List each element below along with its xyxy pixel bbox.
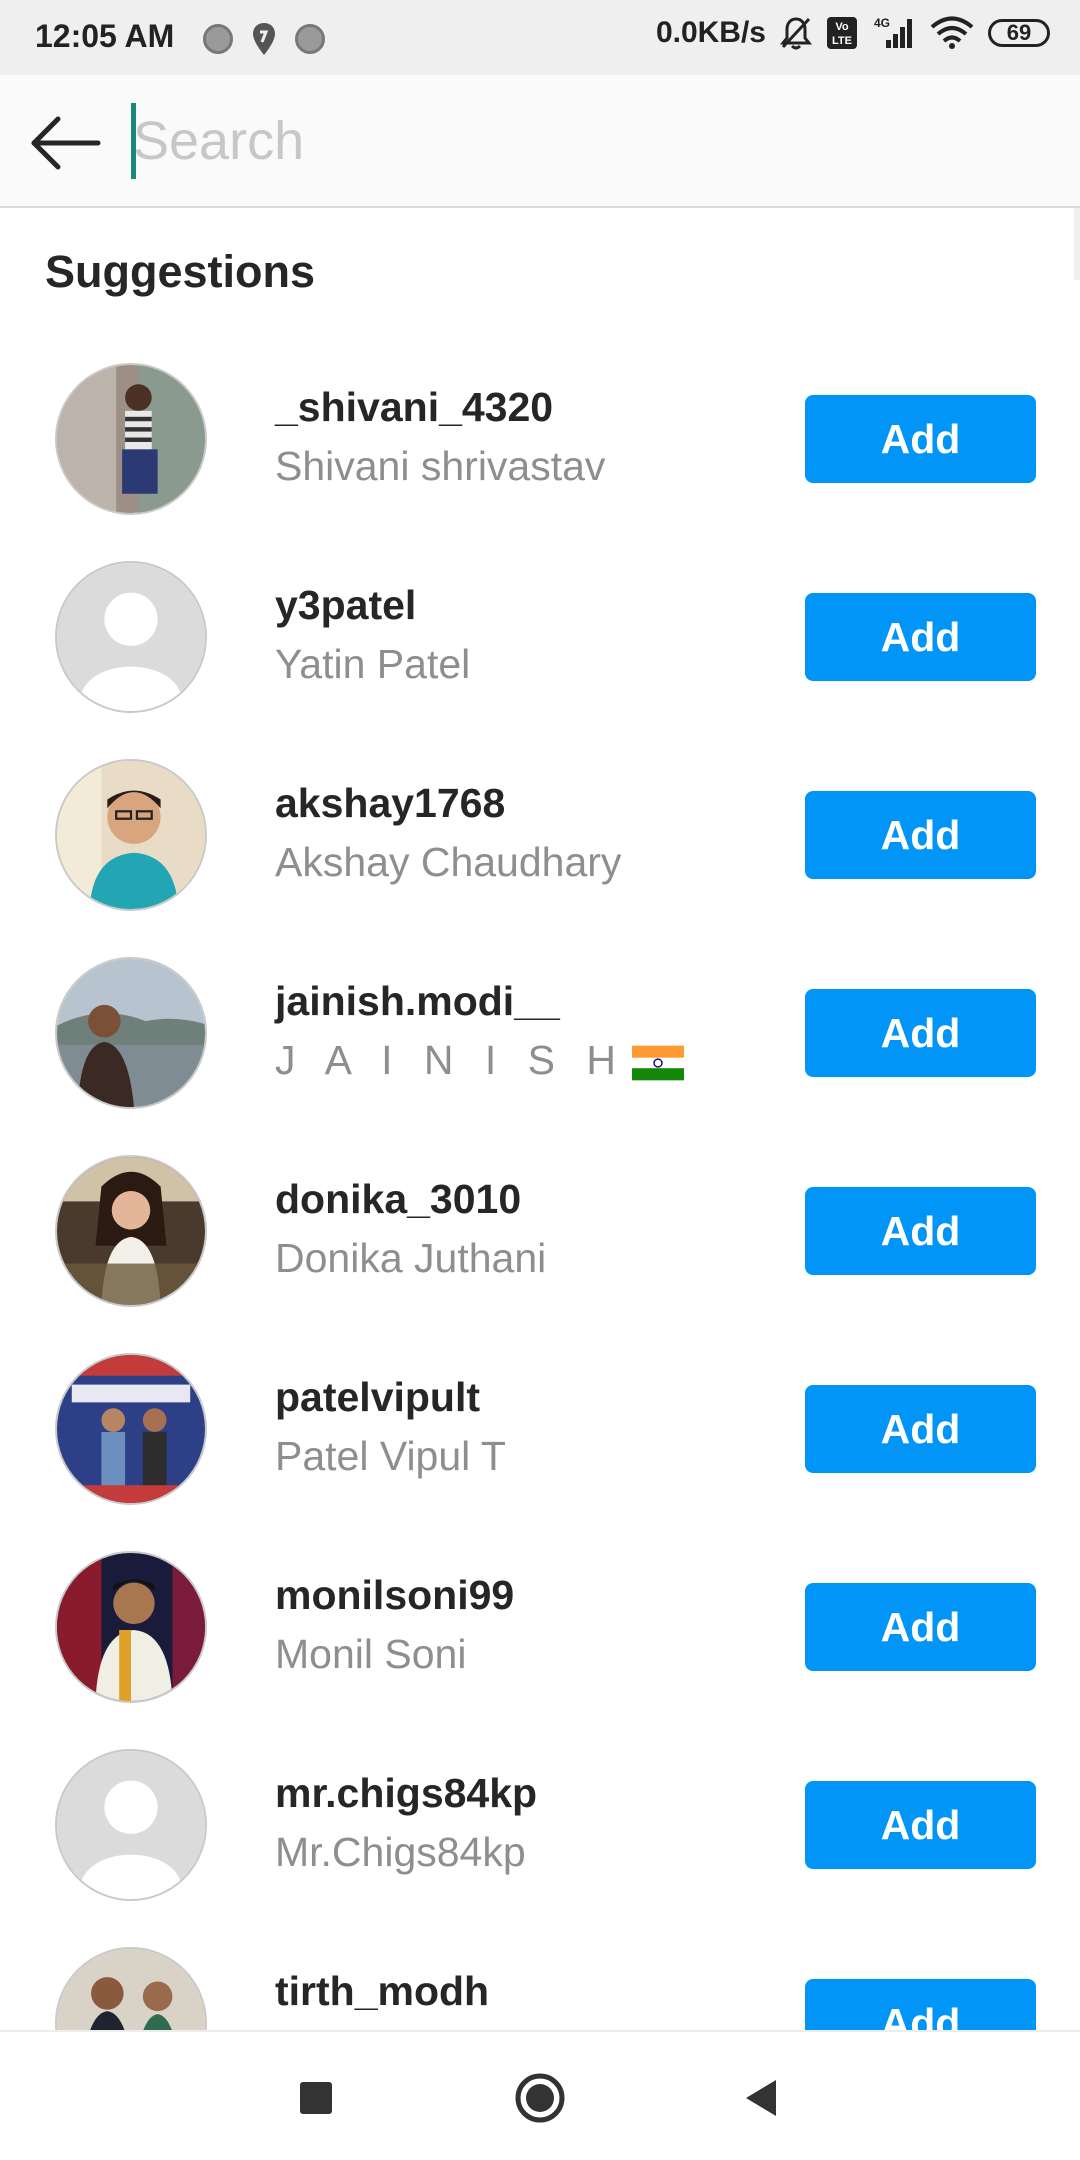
circle-icon [515,2073,565,2123]
svg-text:LTE: LTE [832,35,852,47]
signal-4g-icon: 4G [874,16,912,48]
suggestion-row[interactable]: tirth_modh Add [0,1934,1080,2030]
profile-photo-icon [57,1949,205,2030]
full-name: J A I N I S H [275,1037,685,1084]
notification-icons [203,22,325,56]
add-button[interactable]: Add [805,395,1036,483]
username[interactable]: tirth_modh [275,1968,489,2015]
username[interactable]: y3patel [275,582,416,629]
username[interactable]: mr.chigs84kp [275,1770,537,1817]
back-nav-button[interactable] [732,2068,792,2128]
location-notification-icon [253,23,275,55]
india-flag-icon [632,1045,685,1081]
full-name: Mr.Chigs84kp [275,1829,526,1875]
profile-photo-icon [57,761,205,909]
full-name: Monil Soni [275,1631,467,1677]
system-nav-bar [0,2030,1080,2160]
suggestions-heading: Suggestions [45,246,316,297]
suggestion-row[interactable]: monilsoni99 Monil Soni Add [0,1538,1080,1736]
profile-photo-icon [57,365,205,513]
app-notification-icon-2 [295,24,325,54]
search-header [0,75,1080,208]
default-avatar-icon [57,563,205,711]
bell-muted-icon [780,17,812,50]
profile-photo-icon [57,1157,205,1305]
profile-photo-icon [57,1355,205,1503]
search-input[interactable] [133,105,1013,177]
avatar[interactable] [55,1749,207,1901]
avatar[interactable] [55,1353,207,1505]
svg-text:Vo: Vo [835,21,849,33]
suggestions-list[interactable]: _shivani_4320 Shivani shrivastav Add y3p… [0,350,1080,2030]
full-name: Shivani shrivastav [275,443,606,489]
network-speed: 0.0KB/s [655,16,766,49]
username[interactable]: _shivani_4320 [275,384,553,431]
default-avatar-icon [57,1751,205,1899]
username[interactable]: akshay1768 [275,780,505,827]
status-bar: 12:05 AM 0.0KB/s Vo LTE 4G 69 [0,0,1080,75]
username[interactable]: jainish.modi__ [275,978,560,1025]
add-button[interactable]: Add [805,593,1036,681]
profile-photo-icon [57,959,205,1107]
avatar[interactable] [55,561,207,713]
full-name: Donika Juthani [275,1235,547,1281]
suggestion-row[interactable]: akshay1768 Akshay Chaudhary Add [0,746,1080,944]
username[interactable]: donika_3010 [275,1176,521,1223]
app-notification-icon [203,24,233,54]
suggestion-row[interactable]: _shivani_4320 Shivani shrivastav Add [0,350,1080,548]
avatar[interactable] [55,1551,207,1703]
suggestion-row[interactable]: patelvipult Patel Vipul T Add [0,1340,1080,1538]
status-time: 12:05 AM [35,18,175,54]
username[interactable]: patelvipult [275,1374,480,1421]
add-button[interactable]: Add [805,989,1036,1077]
add-button[interactable]: Add [805,1979,1036,2030]
add-button[interactable]: Add [805,1385,1036,1473]
text-cursor [131,103,136,179]
avatar[interactable] [55,1155,207,1307]
add-button[interactable]: Add [805,1187,1036,1275]
avatar[interactable] [55,957,207,1109]
scrollbar[interactable] [1074,208,1080,280]
battery-icon: 69 [988,19,1050,47]
triangle-back-icon [746,2080,776,2116]
suggestion-row[interactable]: jainish.modi__ J A I N I S H Add [0,944,1080,1142]
avatar[interactable] [55,759,207,911]
suggestion-row[interactable]: mr.chigs84kp Mr.Chigs84kp Add [0,1736,1080,1934]
full-name-text: J A I N I S H [275,1037,627,1083]
add-button[interactable]: Add [805,1583,1036,1671]
arrow-left-icon [31,116,101,170]
suggestion-row[interactable]: donika_3010 Donika Juthani Add [0,1142,1080,1340]
back-button[interactable] [28,113,104,173]
avatar[interactable] [55,363,207,515]
status-right: 0.0KB/s Vo LTE 4G 69 [656,16,1050,50]
svg-text:4G: 4G [874,16,890,30]
add-button[interactable]: Add [805,1781,1036,1869]
suggestion-row[interactable]: y3patel Yatin Patel Add [0,548,1080,746]
full-name: Akshay Chaudhary [275,839,622,885]
username[interactable]: monilsoni99 [275,1572,514,1619]
wifi-icon [930,16,974,49]
volte-icon: Vo LTE [827,17,857,49]
full-name: Yatin Patel [275,641,471,687]
avatar[interactable] [55,1947,207,2030]
battery-level: 69 [1006,20,1032,45]
square-icon [300,2082,332,2114]
add-button[interactable]: Add [805,791,1036,879]
full-name: Patel Vipul T [275,1433,506,1479]
home-button[interactable] [510,2068,570,2128]
recents-button[interactable] [286,2068,346,2128]
profile-photo-icon [57,1553,205,1701]
